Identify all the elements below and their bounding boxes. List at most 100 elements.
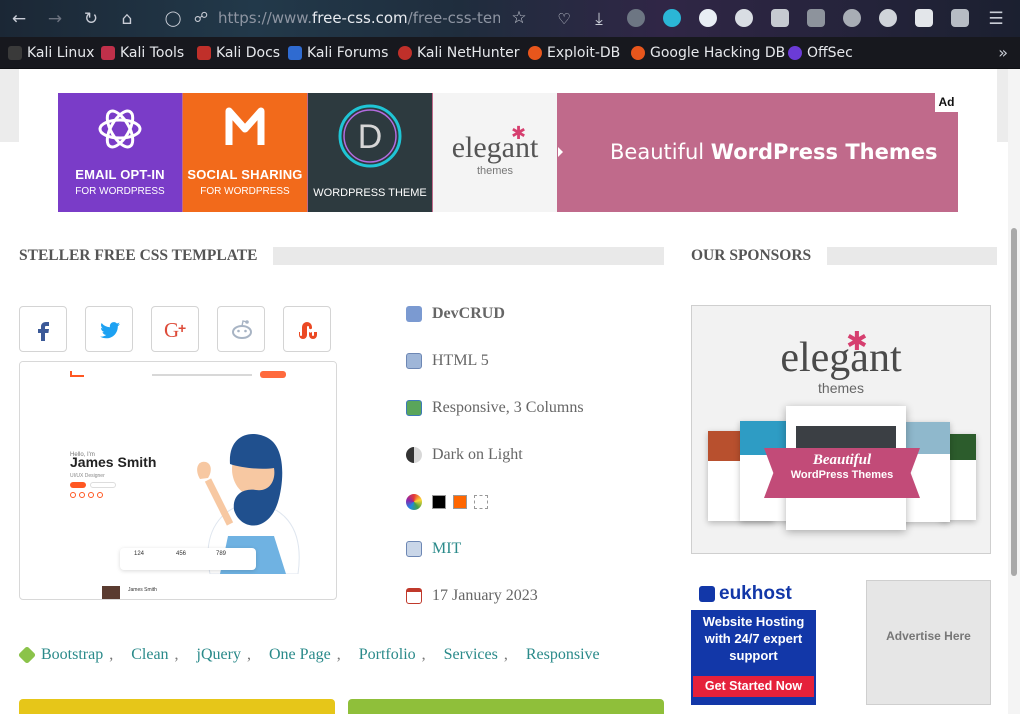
ad-tagline: Beautiful WordPress Themes <box>610 140 938 164</box>
lock-icon[interactable]: ☍ <box>188 5 214 31</box>
url-bar[interactable]: ◯ ☍ https://www.free-css.com/free-css-te… <box>148 4 542 32</box>
eukhost-tagline: Website Hosting with 24/7 expert support <box>702 614 805 663</box>
header-edge-left <box>0 69 19 142</box>
contrast-icon <box>406 447 422 463</box>
sponsors-heading-bar: OUR SPONSORS <box>691 247 997 265</box>
balls-extension-icon[interactable] <box>879 9 897 27</box>
url-text[interactable]: https://www.free-css.com/free-css-templa… <box>218 4 500 32</box>
color-wheel-icon <box>406 494 422 510</box>
page-title: STELLER FREE CSS TEMPLATE <box>19 247 274 265</box>
meta-colors <box>406 491 495 513</box>
layout-icon <box>406 400 422 416</box>
meta-layout: Responsive, 3 Columns <box>406 397 584 419</box>
live-demo-button[interactable] <box>348 699 664 714</box>
elegant-asterisk-icon: ✱ <box>846 326 868 356</box>
meta-scheme: Dark on Light <box>406 444 523 466</box>
preview-nav-links <box>152 374 252 376</box>
chat-extension-icon[interactable] <box>663 9 681 27</box>
ad-banner[interactable]: EMAIL OPT-IN FOR WORDPRESS SOCIAL SHARIN… <box>58 93 958 212</box>
twitter-share-button[interactable] <box>85 306 133 352</box>
header-edge-right <box>997 69 1008 142</box>
svg-text:+: + <box>178 320 186 336</box>
preview-name: James Smith <box>70 454 157 470</box>
tag-one-page[interactable]: One Page <box>269 646 331 664</box>
ad-tile-elegant-themes[interactable]: elegant themes ✱ <box>433 93 557 212</box>
color-swatch-white <box>474 495 488 510</box>
offsec-icon <box>788 46 802 60</box>
shield-icon[interactable]: ◯ <box>160 5 186 31</box>
image-extension-icon[interactable] <box>771 9 789 27</box>
bookmark-kali-linux[interactable]: Kali Linux <box>8 37 94 69</box>
asterisk-icon: ✱ <box>511 123 527 143</box>
preview-footer-name: James Smith <box>128 587 157 593</box>
tag-portfolio[interactable]: Portfolio <box>359 646 416 664</box>
tag-services[interactable]: Services <box>444 646 498 664</box>
proxy-extension-icon[interactable] <box>843 9 861 27</box>
sponsor-eukhost[interactable]: eukhost Website Hosting with 24/7 expert… <box>691 580 816 705</box>
preview-logo-icon <box>70 371 84 377</box>
twitter-icon <box>100 322 120 339</box>
preview-hire-button <box>70 482 86 488</box>
kali-docs-icon <box>197 46 211 60</box>
kali-forums-icon <box>288 46 302 60</box>
sponsor-elegant-themes[interactable]: elegant ✱ themes Beautiful WordPress The… <box>691 305 991 554</box>
calendar-icon <box>406 588 422 604</box>
preview-stats-card: 124 456 789 <box>120 548 256 570</box>
bookmark-google-hacking-db[interactable]: Google Hacking DB <box>631 37 785 69</box>
download-button[interactable] <box>19 699 335 714</box>
downloads-icon[interactable]: ⤓ <box>586 6 612 32</box>
bookmark-kali-forums[interactable]: Kali Forums <box>288 37 388 69</box>
license-link[interactable]: MIT <box>432 540 461 558</box>
meta-author: DevCRUD <box>406 303 505 325</box>
lens-extension-icon[interactable] <box>699 9 717 27</box>
photo-extension-icon[interactable] <box>807 9 825 27</box>
preview-navbar <box>20 362 336 390</box>
template-preview[interactable]: Hello, I'm James Smith UI/UX Designer 12… <box>19 361 337 600</box>
ghdb-icon <box>631 46 645 60</box>
forward-icon[interactable]: → <box>42 6 68 32</box>
toolbox-extension-icon[interactable] <box>951 9 969 27</box>
back-icon[interactable]: ← <box>6 6 32 32</box>
sponsors-heading: OUR SPONSORS <box>691 247 828 265</box>
browser-toolbar: ← → ↻ ⌂ ◯ ☍ https://www.free-css.com/fre… <box>0 0 1020 37</box>
stumbleupon-share-button[interactable] <box>283 306 331 352</box>
facebook-share-button[interactable] <box>19 306 67 352</box>
cookie-extension-icon[interactable] <box>735 9 753 27</box>
meta-license: MIT <box>406 538 461 560</box>
ad-tile-email-optin[interactable]: EMAIL OPT-IN FOR WORDPRESS <box>58 93 182 212</box>
google-plus-share-button[interactable]: G + <box>151 306 199 352</box>
preview-nav-button <box>260 371 286 378</box>
reddit-share-button[interactable] <box>217 306 265 352</box>
scrollbar-thumb[interactable] <box>1011 228 1017 576</box>
tag-clean[interactable]: Clean <box>131 646 168 664</box>
chevron-double-right-icon[interactable]: » <box>998 43 1008 62</box>
facebook-icon <box>38 322 49 341</box>
reload-icon[interactable]: ↻ <box>78 6 104 32</box>
tag-bootstrap[interactable]: Bootstrap <box>41 646 103 664</box>
bookmark-exploit-db[interactable]: Exploit-DB <box>528 37 620 69</box>
globe-extension-icon[interactable] <box>627 9 645 27</box>
preview-social-icons <box>70 492 103 498</box>
bookmark-offsec[interactable]: OffSec <box>788 37 853 69</box>
home-icon[interactable]: ⌂ <box>114 6 140 32</box>
pocket-icon[interactable]: ♡ <box>551 6 577 32</box>
advertise-here-slot[interactable]: Advertise Here <box>866 580 991 705</box>
bookmark-star-icon[interactable]: ☆ <box>506 5 532 31</box>
color-swatch-black <box>432 495 446 510</box>
wappalyzer-extension-icon[interactable] <box>915 9 933 27</box>
preview-role: UI/UX Designer <box>70 473 105 479</box>
eukhost-logo-icon <box>699 586 715 602</box>
kali-linux-icon <box>8 46 22 60</box>
bookmark-kali-docs[interactable]: Kali Docs <box>197 37 280 69</box>
tag-responsive[interactable]: Responsive <box>526 646 600 664</box>
bloom-logo-icon <box>98 109 142 149</box>
ad-tile-divi-theme[interactable]: D WORDPRESS THEME <box>308 93 432 212</box>
license-icon <box>406 541 422 557</box>
html-icon <box>406 353 422 369</box>
bookmark-kali-tools[interactable]: Kali Tools <box>101 37 184 69</box>
bookmark-kali-nethunter[interactable]: Kali NetHunter <box>398 37 519 69</box>
menu-icon[interactable]: ☰ <box>983 6 1009 32</box>
tag-jquery[interactable]: jQuery <box>197 646 241 664</box>
ad-tile-social-sharing[interactable]: SOCIAL SHARING FOR WORDPRESS <box>183 93 307 212</box>
eukhost-cta-button[interactable]: Get Started Now <box>693 676 814 697</box>
